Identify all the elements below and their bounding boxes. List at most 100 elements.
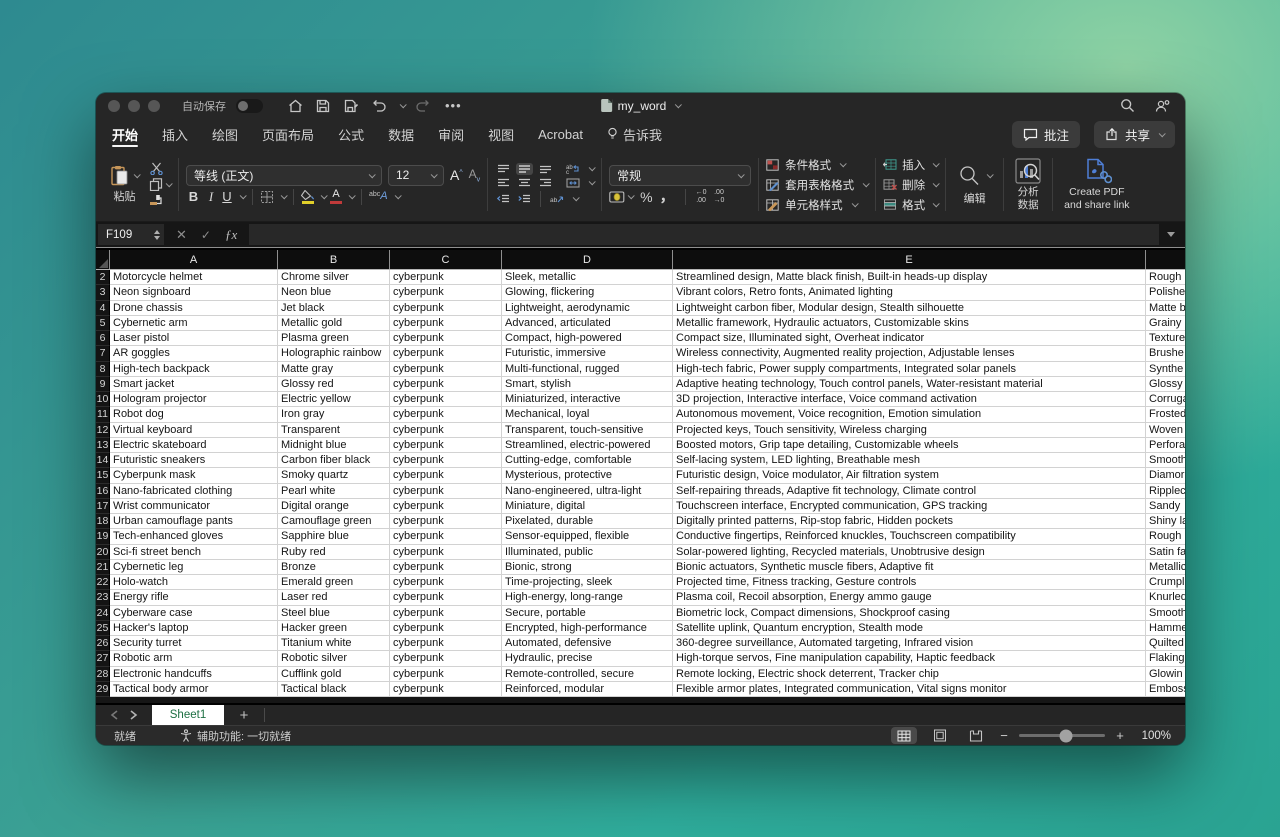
- row-header[interactable]: 11: [96, 407, 110, 422]
- cell[interactable]: Encrypted, high-performance: [502, 621, 673, 636]
- row-header[interactable]: 3: [96, 285, 110, 300]
- row-header[interactable]: 2: [96, 270, 110, 285]
- cell[interactable]: Texture: [1146, 331, 1185, 346]
- cell[interactable]: cyberpunk: [390, 651, 502, 666]
- cell[interactable]: Grainy: [1146, 316, 1185, 331]
- cell[interactable]: Midnight blue: [278, 438, 390, 453]
- align-bottom-button[interactable]: [537, 163, 554, 175]
- cell[interactable]: Metallic: [1146, 560, 1185, 575]
- cell[interactable]: Touchscreen interface, Encrypted communi…: [673, 499, 1146, 514]
- share-button[interactable]: 共享: [1094, 121, 1175, 148]
- cell[interactable]: cyberpunk: [390, 346, 502, 361]
- cell[interactable]: Quilted: [1146, 636, 1185, 651]
- cell[interactable]: Illuminated, public: [502, 545, 673, 560]
- name-box[interactable]: F109: [98, 224, 164, 245]
- cell[interactable]: Digitally printed patterns, Rip-stop fab…: [673, 514, 1146, 529]
- cell[interactable]: Carbon fiber black: [278, 453, 390, 468]
- cut-button[interactable]: [149, 162, 171, 175]
- page-layout-view-button[interactable]: [927, 727, 953, 744]
- row-header[interactable]: 25: [96, 621, 110, 636]
- font-name-select[interactable]: 等线 (正文): [186, 165, 382, 186]
- cell[interactable]: Bronze: [278, 560, 390, 575]
- cell[interactable]: Urban camouflage pants: [110, 514, 278, 529]
- cell[interactable]: Miniaturized, interactive: [502, 392, 673, 407]
- cell[interactable]: Hacker green: [278, 621, 390, 636]
- cell[interactable]: Solar-powered lighting, Recycled materia…: [673, 545, 1146, 560]
- cell[interactable]: Transparent, touch-sensitive: [502, 423, 673, 438]
- tab-data[interactable]: 数据: [388, 118, 414, 150]
- cell[interactable]: Cyberware case: [110, 606, 278, 621]
- cell[interactable]: Energy rifle: [110, 590, 278, 605]
- cell[interactable]: cyberpunk: [390, 621, 502, 636]
- cell[interactable]: Smart jacket: [110, 377, 278, 392]
- row-header[interactable]: 14: [96, 453, 110, 468]
- row-header[interactable]: 24: [96, 606, 110, 621]
- cell[interactable]: Smoky quartz: [278, 468, 390, 483]
- cell[interactable]: Time-projecting, sleek: [502, 575, 673, 590]
- cell[interactable]: Satellite uplink, Quantum encryption, St…: [673, 621, 1146, 636]
- paste-button[interactable]: 粘贴: [106, 165, 143, 204]
- align-center-button[interactable]: [516, 177, 533, 189]
- column-header-C[interactable]: C: [390, 250, 502, 269]
- tab-home[interactable]: 开始: [112, 118, 138, 150]
- row-header[interactable]: 18: [96, 514, 110, 529]
- cell[interactable]: Nano-engineered, ultra-light: [502, 484, 673, 499]
- row-header[interactable]: 8: [96, 362, 110, 377]
- cell[interactable]: Adaptive heating technology, Touch contr…: [673, 377, 1146, 392]
- cell[interactable]: Steel blue: [278, 606, 390, 621]
- cell[interactable]: Compact, high-powered: [502, 331, 673, 346]
- row-header[interactable]: 16: [96, 484, 110, 499]
- cell[interactable]: Pixelated, durable: [502, 514, 673, 529]
- tab-acrobat[interactable]: Acrobat: [538, 118, 583, 150]
- cell[interactable]: Lightweight carbon fiber, Modular design…: [673, 301, 1146, 316]
- align-top-button[interactable]: [495, 163, 512, 175]
- cell[interactable]: Matte gray: [278, 362, 390, 377]
- format-cells-button[interactable]: 格式: [883, 197, 938, 213]
- cell[interactable]: Glossy: [1146, 377, 1185, 392]
- delete-cells-button[interactable]: 删除: [883, 177, 938, 193]
- cell[interactable]: Sensor-equipped, flexible: [502, 529, 673, 544]
- cell[interactable]: cyberpunk: [390, 331, 502, 346]
- cell[interactable]: Robot dog: [110, 407, 278, 422]
- cell[interactable]: Biometric lock, Compact dimensions, Shoc…: [673, 606, 1146, 621]
- select-all-corner[interactable]: [96, 250, 110, 269]
- tab-formulas[interactable]: 公式: [338, 118, 364, 150]
- decrease-decimal-button[interactable]: .00 →0: [714, 189, 725, 204]
- tab-draw[interactable]: 绘图: [212, 118, 238, 150]
- row-header[interactable]: 12: [96, 423, 110, 438]
- cell[interactable]: Woven: [1146, 423, 1185, 438]
- next-sheet-icon[interactable]: [130, 710, 138, 720]
- cell[interactable]: cyberpunk: [390, 301, 502, 316]
- autosave-toggle[interactable]: [236, 99, 263, 113]
- cell[interactable]: Smooth: [1146, 453, 1185, 468]
- cell[interactable]: Metallic gold: [278, 316, 390, 331]
- cell[interactable]: Smart, stylish: [502, 377, 673, 392]
- cell[interactable]: Tactical body armor: [110, 682, 278, 697]
- cell[interactable]: cyberpunk: [390, 316, 502, 331]
- cell[interactable]: Robotic silver: [278, 651, 390, 666]
- row-header[interactable]: 27: [96, 651, 110, 666]
- cell[interactable]: Lightweight, aerodynamic: [502, 301, 673, 316]
- cell[interactable]: Laser red: [278, 590, 390, 605]
- formula-input[interactable]: [249, 224, 1159, 245]
- conditional-format-button[interactable]: 条件格式: [766, 157, 868, 173]
- cell[interactable]: Miniature, digital: [502, 499, 673, 514]
- cell[interactable]: Virtual keyboard: [110, 423, 278, 438]
- cell[interactable]: Hacker's laptop: [110, 621, 278, 636]
- cell[interactable]: Holographic rainbow: [278, 346, 390, 361]
- tab-page-layout[interactable]: 页面布局: [262, 118, 314, 150]
- cell[interactable]: Cybernetic leg: [110, 560, 278, 575]
- cell[interactable]: Electric yellow: [278, 392, 390, 407]
- cell[interactable]: Self-repairing threads, Adaptive fit tec…: [673, 484, 1146, 499]
- cell[interactable]: Digital orange: [278, 499, 390, 514]
- column-header-D[interactable]: D: [502, 250, 673, 269]
- cell[interactable]: Plasma green: [278, 331, 390, 346]
- font-color-chevron-icon[interactable]: [349, 192, 356, 199]
- cell[interactable]: Mechanical, loyal: [502, 407, 673, 422]
- accessibility-group[interactable]: 辅助功能: 一切就绪: [180, 728, 291, 744]
- cell[interactable]: Self-lacing system, LED lighting, Breath…: [673, 453, 1146, 468]
- cell[interactable]: 360-degree surveillance, Automated targe…: [673, 636, 1146, 651]
- cell[interactable]: Drone chassis: [110, 301, 278, 316]
- cell[interactable]: Titanium white: [278, 636, 390, 651]
- cell[interactable]: Tech-enhanced gloves: [110, 529, 278, 544]
